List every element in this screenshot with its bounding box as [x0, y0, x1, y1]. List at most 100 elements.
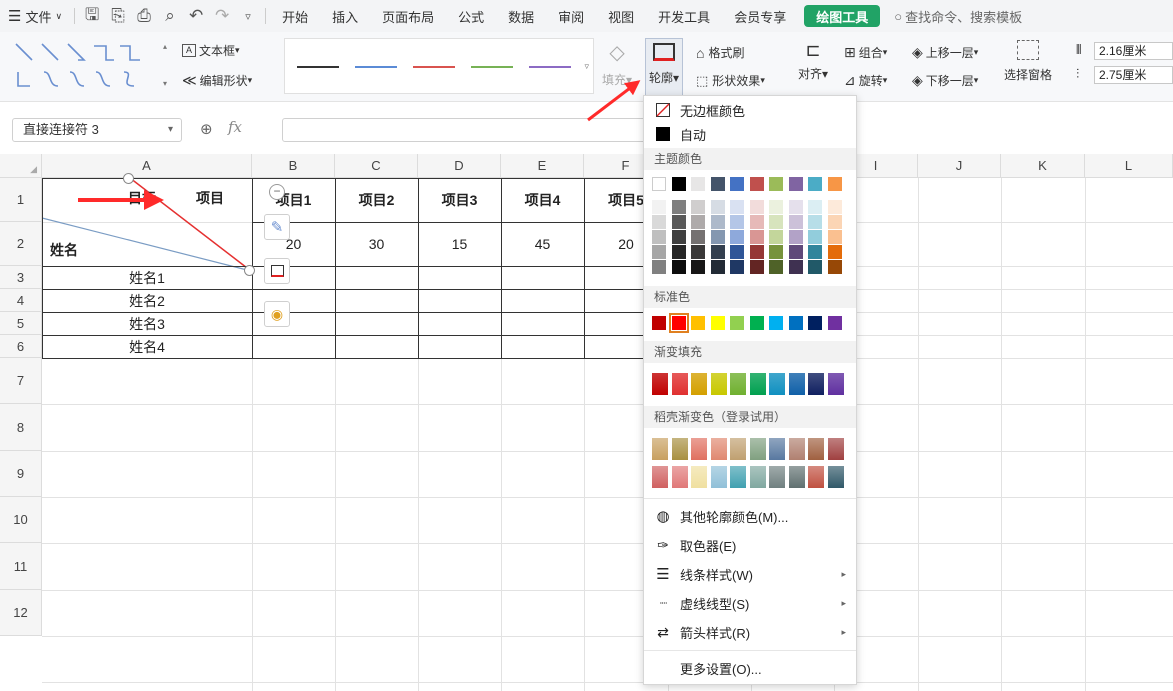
theme-shade-swatch[interactable] — [749, 260, 764, 274]
shape-effect-button[interactable]: ⬚ 形状效果 ▾ — [696, 72, 765, 89]
export-pdf-icon[interactable]: ⎘ — [105, 3, 131, 29]
tab-view[interactable]: 视图 — [596, 0, 646, 32]
smart-tip-float-button[interactable]: ◉ — [264, 301, 290, 327]
align-button[interactable]: ⊏ 对齐▾ — [798, 40, 828, 82]
line-style-black[interactable] — [297, 66, 339, 68]
row-header-2[interactable]: 2 — [0, 222, 42, 266]
value-cell-4[interactable]: 45 — [501, 222, 584, 266]
theme-shade-swatch[interactable] — [749, 200, 764, 214]
theme-shade-swatch[interactable] — [691, 245, 705, 259]
line-style-item[interactable]: ☰ 线条样式(W) ▸ — [644, 562, 856, 586]
name-cell-2[interactable]: 姓名2 — [42, 289, 252, 312]
theme-shade-swatch[interactable] — [691, 200, 705, 214]
docer-gradient-swatch[interactable] — [730, 466, 746, 488]
standard-color-swatch[interactable] — [691, 316, 705, 330]
theme-shade-swatch[interactable] — [808, 245, 822, 259]
theme-shade-swatch[interactable] — [827, 260, 842, 274]
line-style-blue[interactable] — [355, 66, 397, 68]
connector-shape-gallery[interactable] — [14, 42, 154, 92]
gradient-swatch[interactable] — [808, 373, 824, 395]
selection-pane-button[interactable]: 选择窗格 — [1004, 40, 1052, 83]
docer-gradient-swatch[interactable] — [749, 438, 766, 460]
line-style-purple[interactable] — [529, 66, 571, 68]
docer-gradient-swatch[interactable] — [671, 438, 688, 460]
theme-shade-swatch[interactable] — [788, 245, 803, 259]
theme-shade-swatch[interactable] — [808, 230, 822, 244]
theme-shade-swatch[interactable] — [769, 245, 783, 259]
theme-shade-swatch[interactable] — [749, 245, 764, 259]
cell-a1-top-label[interactable]: 项目 — [190, 188, 230, 208]
row-header-3[interactable]: 3 — [0, 266, 42, 289]
tab-home[interactable]: 开始 — [270, 0, 320, 32]
theme-shade-swatch[interactable] — [808, 200, 822, 214]
row-header-8[interactable]: 8 — [0, 404, 42, 451]
rotate-button[interactable]: ⊿ 旋转 ▾ — [844, 72, 887, 89]
formula-input[interactable] — [282, 118, 652, 142]
customize-toolbar-icon[interactable]: ▿ — [235, 3, 261, 29]
tab-developer[interactable]: 开发工具 — [646, 0, 722, 32]
print-preview-icon[interactable]: ⌕ — [157, 3, 183, 29]
theme-color-swatch[interactable] — [788, 177, 803, 191]
tab-member[interactable]: 会员专享 — [722, 0, 798, 32]
docer-gradient-swatch[interactable] — [691, 438, 707, 460]
header-cell-item-4[interactable]: 项目4 — [501, 178, 584, 222]
theme-shade-swatch[interactable] — [691, 260, 705, 274]
theme-shade-swatch[interactable] — [827, 245, 842, 259]
docer-gradient-swatch[interactable] — [827, 466, 844, 488]
tab-page-layout[interactable]: 页面布局 — [370, 0, 446, 32]
theme-shade-swatch[interactable] — [808, 260, 822, 274]
row-header-10[interactable]: 10 — [0, 497, 42, 543]
theme-shade-swatch[interactable] — [710, 215, 725, 229]
theme-shade-swatch[interactable] — [710, 260, 725, 274]
gallery-scroll-icon[interactable]: ▴ ▾ — [160, 42, 170, 88]
theme-shade-swatch[interactable] — [691, 215, 705, 229]
theme-shade-swatch[interactable] — [788, 215, 803, 229]
shape-style-float-button[interactable]: ✎ — [264, 214, 290, 240]
theme-shade-swatch[interactable] — [652, 200, 666, 214]
header-cell-item-3[interactable]: 项目3 — [418, 178, 501, 222]
standard-color-swatch[interactable] — [668, 313, 689, 333]
theme-shade-swatch[interactable] — [730, 230, 744, 244]
shape-height-input[interactable]: 2.16厘米 — [1094, 42, 1173, 60]
theme-shade-swatch[interactable] — [749, 230, 764, 244]
group-button[interactable]: ⊞ 组合 ▾ — [844, 44, 887, 61]
docer-gradient-swatch[interactable] — [769, 438, 785, 460]
textbox-button[interactable]: A 文本框 ▾ — [182, 42, 240, 59]
column-header-a[interactable]: A — [42, 154, 252, 178]
docer-gradient-swatch[interactable] — [652, 466, 668, 488]
gradient-swatch[interactable] — [749, 373, 766, 395]
connector-start-handle[interactable] — [123, 173, 134, 184]
value-cell-2[interactable]: 30 — [335, 222, 418, 266]
docer-gradient-swatch[interactable] — [808, 466, 824, 488]
docer-gradient-swatch[interactable] — [808, 438, 824, 460]
standard-color-swatch[interactable] — [769, 316, 783, 330]
theme-shade-swatch[interactable] — [710, 200, 725, 214]
line-style-red[interactable] — [413, 66, 455, 68]
connector-end-handle[interactable] — [244, 265, 255, 276]
standard-color-swatch[interactable] — [730, 316, 744, 330]
shape-width-input[interactable]: 2.75厘米 — [1094, 66, 1173, 84]
command-search[interactable]: ○ 查找命令、搜索模板 — [886, 7, 1022, 26]
column-header-b[interactable]: B — [252, 154, 335, 178]
theme-color-swatch[interactable] — [808, 177, 822, 191]
theme-shade-swatch[interactable] — [652, 215, 666, 229]
docer-gradient-swatch[interactable] — [769, 466, 785, 488]
eyedropper-item[interactable]: ✑ 取色器(E) — [644, 533, 856, 557]
column-header-j[interactable]: J — [918, 154, 1001, 178]
theme-shade-swatch[interactable] — [749, 215, 764, 229]
row-header-5[interactable]: 5 — [0, 312, 42, 335]
theme-color-swatch[interactable] — [827, 177, 842, 191]
theme-shade-swatch[interactable] — [652, 245, 666, 259]
theme-shade-swatch[interactable] — [671, 260, 686, 274]
tab-insert[interactable]: 插入 — [320, 0, 370, 32]
undo-icon[interactable]: ↶ — [183, 3, 209, 29]
row-header-11[interactable]: 11 — [0, 543, 42, 590]
row-header-7[interactable]: 7 — [0, 358, 42, 404]
theme-shade-swatch[interactable] — [827, 215, 842, 229]
gallery-more-icon[interactable]: ▿ — [584, 61, 589, 72]
dash-style-item[interactable]: ┈ 虚线线型(S) ▸ — [644, 591, 856, 615]
docer-gradient-swatch[interactable] — [671, 466, 688, 488]
docer-gradient-swatch[interactable] — [788, 466, 805, 488]
column-header-c[interactable]: C — [335, 154, 418, 178]
theme-color-swatch[interactable] — [652, 177, 666, 191]
